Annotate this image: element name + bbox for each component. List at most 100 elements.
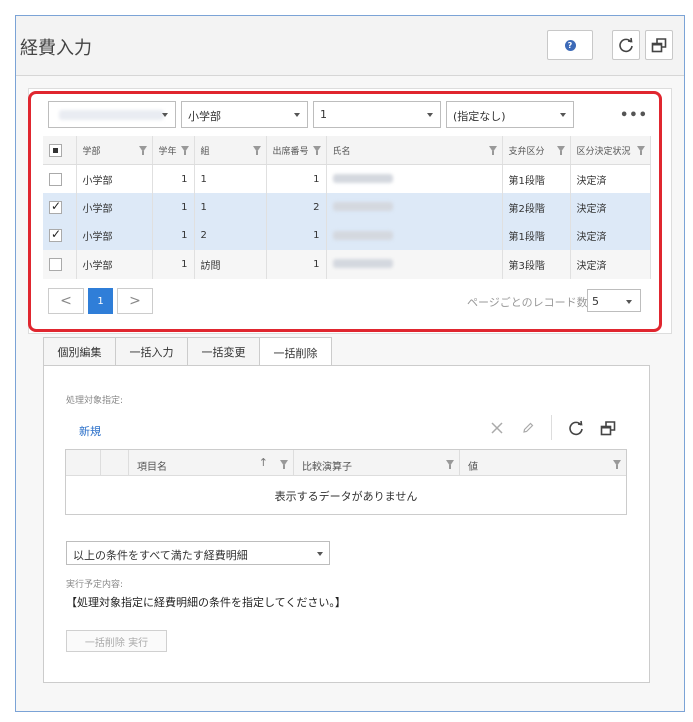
col-header-category[interactable]: 支弁区分 [502,136,571,165]
header-refresh-button[interactable] [612,30,640,60]
blurred-name [332,174,393,183]
grade-select-value: 1 [320,108,327,121]
chevron-down-icon [560,113,566,117]
tab-bulk-delete[interactable]: 一括削除 [259,337,332,367]
col-header-label: 支弁区分 [508,146,545,157]
chevron-down-icon [427,113,433,117]
row-checkbox[interactable] [49,199,62,214]
edit-row-button[interactable] [518,418,538,438]
prev-page-button[interactable]: < [48,288,84,314]
cell-number: 2 [266,193,327,222]
chevron-down-icon [162,113,168,117]
col-header-name[interactable]: 氏名 [326,136,503,165]
table-row[interactable]: 小学部 1 訪問 1 第3段階 決定済 [43,250,651,279]
org-select-value [59,110,164,120]
delete-row-button[interactable] [487,418,507,438]
filter-icon[interactable] [488,146,497,155]
cell-status: 決定済 [570,221,651,250]
next-page-button[interactable]: > [117,288,153,314]
col-header-dept[interactable]: 学部 [76,136,153,165]
filter-icon[interactable] [252,146,261,155]
row-checkbox[interactable] [49,227,62,243]
class-select[interactable]: (指定なし) [446,101,574,128]
table-row[interactable]: 小学部 1 1 1 第1段階 決定済 [43,164,651,193]
row-checkbox[interactable] [49,172,62,186]
filter-icon[interactable] [138,146,147,155]
blurred-name [332,230,393,240]
toolbar-divider [551,415,552,440]
refresh-icon [619,37,633,53]
cell-category: 第1段階 [502,164,571,193]
col-header-status[interactable]: 区分決定状況 [570,136,651,165]
exec-text: 【処理対象指定に経費明細の条件を指定してください。】 [66,596,346,609]
page-1-button[interactable]: 1 [88,288,113,314]
col-header-class[interactable]: 組 [194,136,267,165]
chevron-down-icon [294,113,300,117]
cell-status: 決定済 [570,250,651,279]
empty-message: 表示するデータがありません [274,490,418,503]
chevron-down-icon [317,552,323,556]
cell-status: 決定済 [570,193,651,222]
sub-refresh-button[interactable] [566,418,586,438]
bulk-delete-exec-button[interactable]: 一括削除 実行 [66,630,167,652]
blurred-name [332,259,393,269]
cell-grade: 1 [152,164,195,193]
header-popout-button[interactable] [645,30,673,60]
school-select[interactable]: 小学部 [181,101,308,128]
table-row[interactable]: 小学部 1 1 2 第2段階 決定済 [43,193,651,222]
tab-individual-edit[interactable]: 個別編集 [43,337,116,366]
col-header-operator[interactable]: 比較演算子 [294,450,460,476]
student-grid: 学部 学年 組 出席番号 氏名 支弁区分 区分決定状況 小学部 1 1 1 第1… [43,136,651,279]
col-header-label: 出席番号 [272,146,309,157]
filter-icon[interactable] [556,146,565,155]
tab-bulk-change[interactable]: 一括変更 [187,337,260,366]
col-header-label: 組 [200,146,210,157]
filter-icon[interactable] [613,460,621,469]
help-button[interactable]: ? [547,30,593,60]
condition-grid: 項目名 ↑ 比較演算子 値 表示するデータがありません [65,449,627,515]
col-header-check [101,450,129,476]
popout-icon [651,38,667,53]
class-select-value: (指定なし) [453,110,506,123]
filter-icon[interactable] [446,460,454,469]
col-header-label: 項目名 [137,462,167,473]
col-header-label: 学年 [158,146,177,157]
filter-icon[interactable] [636,146,645,155]
cell-name [326,221,503,250]
pencil-icon [523,422,534,433]
more-options-button[interactable]: ••• [620,108,648,123]
filter-icon[interactable] [312,146,321,155]
cell-dept: 小学部 [76,250,153,279]
sub-popout-button[interactable] [598,418,618,438]
blurred-name [332,202,393,212]
col-header-value[interactable]: 値 [460,450,626,476]
cell-dept: 小学部 [76,193,153,222]
cell-grade: 1 [152,221,195,250]
col-header-number[interactable]: 出席番号 [266,136,327,165]
condition-grid-header: 項目名 ↑ 比較演算子 値 [66,450,626,476]
new-link[interactable]: 新規 [79,423,101,439]
select-all-checkbox[interactable] [49,143,62,157]
cell-class: 1 [194,164,267,193]
col-header-label: 区分決定状況 [576,146,631,157]
table-row[interactable]: 小学部 1 2 1 第1段階 決定済 [43,221,651,250]
filter-icon[interactable] [180,146,189,155]
cell-number: 1 [266,164,327,193]
org-select[interactable] [48,101,176,128]
cell-number: 1 [266,221,327,250]
grade-select[interactable]: 1 [313,101,441,128]
col-header-label: 学部 [82,146,101,157]
condition-select[interactable]: 以上の条件をすべて満たす経費明細 [66,541,330,565]
page-header: 経費入力 ? [16,16,684,76]
row-checkbox[interactable] [49,257,62,271]
tab-bulk-input[interactable]: 一括入力 [115,337,188,366]
sort-up-icon[interactable]: ↑ [259,456,268,469]
per-page-label: ページごとのレコード数 [467,296,588,309]
cell-name [326,193,503,222]
col-header-grade[interactable]: 学年 [152,136,195,165]
col-header-item[interactable]: 項目名 ↑ [129,450,294,476]
per-page-select[interactable]: 5 [587,289,641,312]
filter-icon[interactable] [280,460,288,469]
cell-dept: 小学部 [76,164,153,193]
select-all-cell[interactable] [43,136,77,165]
